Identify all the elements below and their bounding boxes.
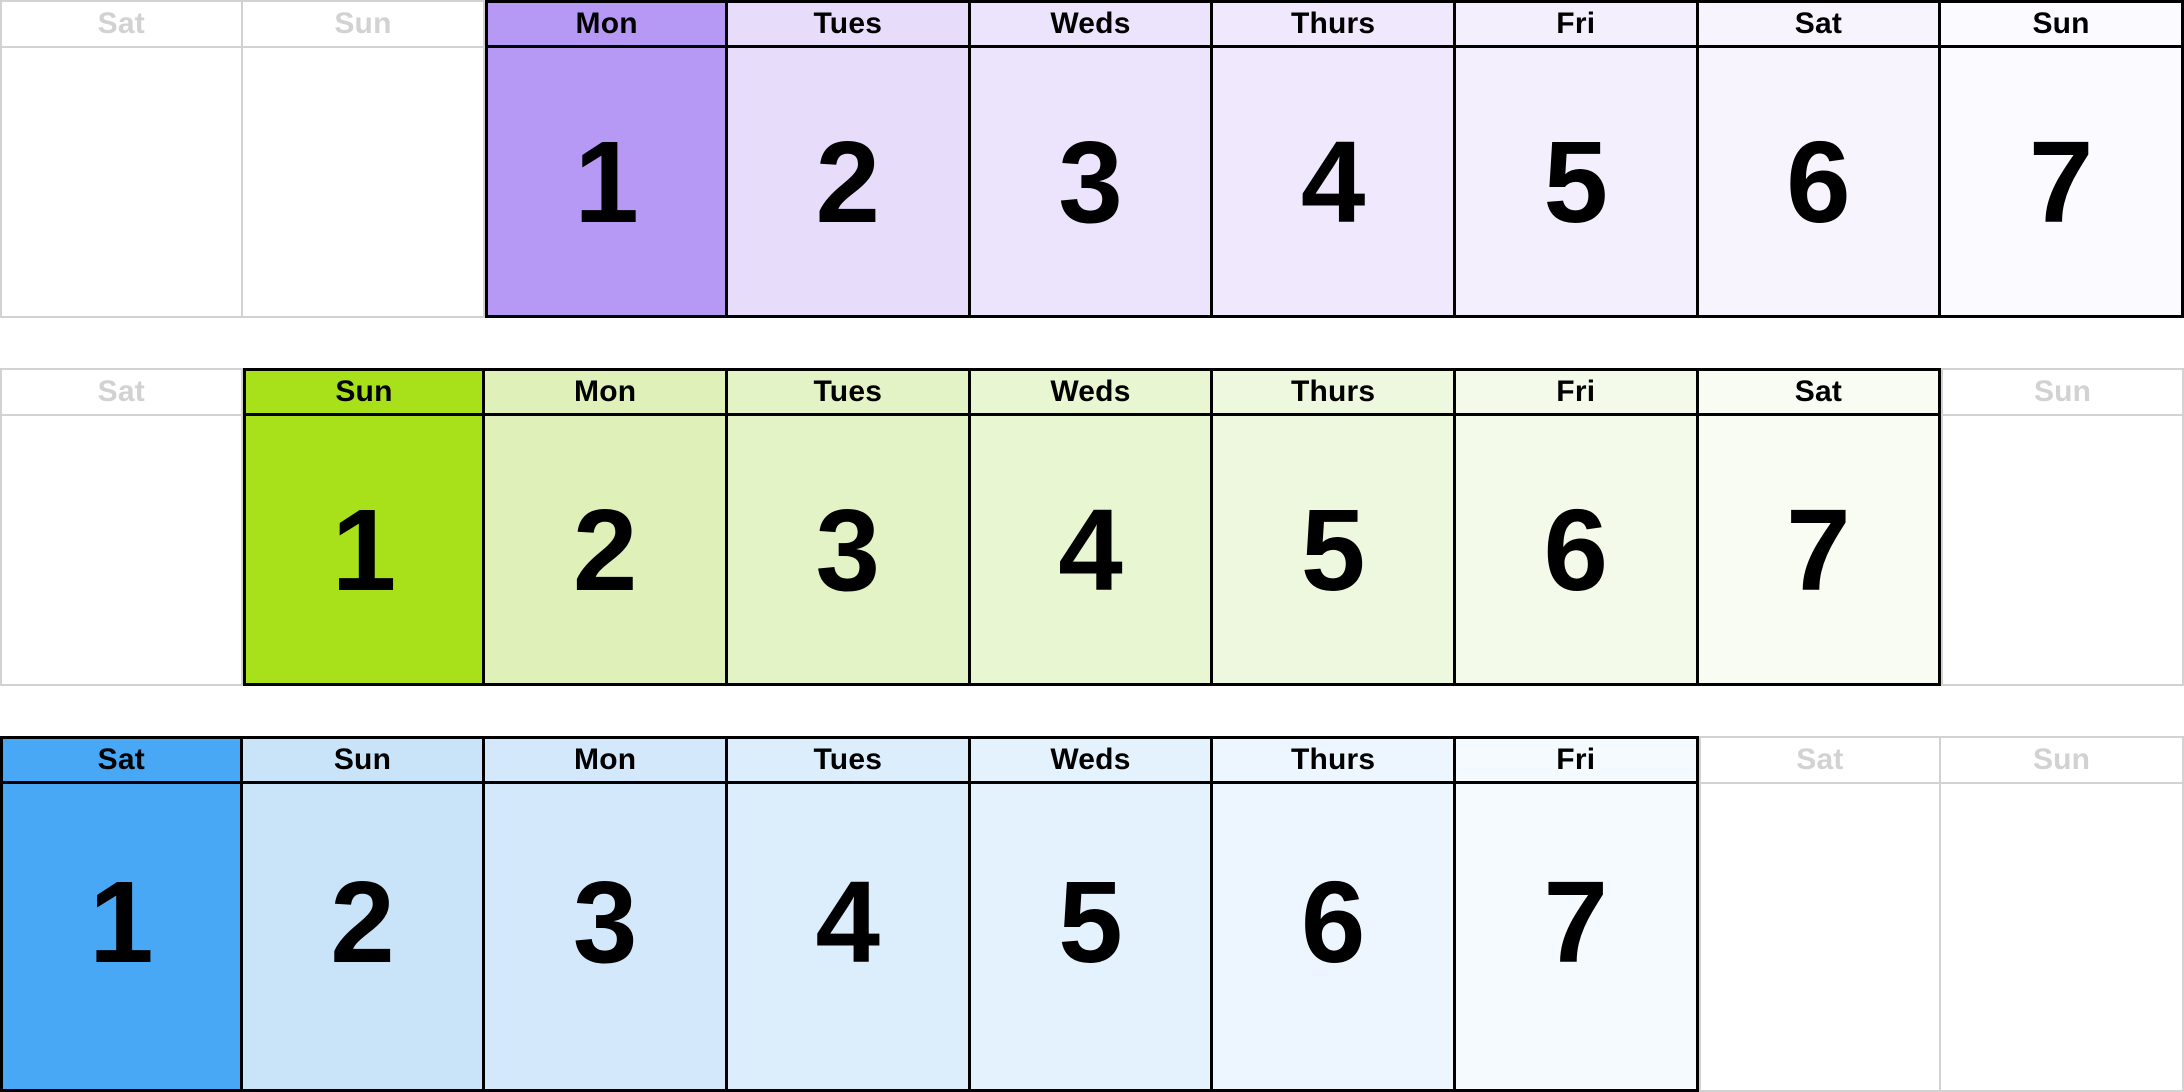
day-cell-purple-tues-3[interactable]: Tues 2 xyxy=(724,0,971,318)
weekday-label: Weds xyxy=(967,736,1214,784)
weekday-label: Sat xyxy=(0,0,243,48)
day-number: 3 xyxy=(482,784,728,1092)
day-number: 4 xyxy=(724,784,971,1092)
day-cell-purple-mon-2[interactable]: Mon 1 xyxy=(485,0,728,318)
weekday-label: Sat xyxy=(1698,736,1942,784)
weekday-label: Thurs xyxy=(1210,0,1456,48)
weekday-label: Tues xyxy=(724,368,971,416)
day-number: 2 xyxy=(724,48,971,318)
day-number: 7 xyxy=(1452,784,1699,1092)
day-cell-green-mon-2[interactable]: Mon 2 xyxy=(482,368,728,686)
day-number: 4 xyxy=(1210,48,1456,318)
weekday-label: Sun xyxy=(242,368,486,416)
day-number xyxy=(0,48,243,318)
day-number: 6 xyxy=(1210,784,1456,1092)
day-cell-blue-sun-8[interactable]: Sun xyxy=(1939,736,2184,1092)
day-cell-purple-fri-6[interactable]: Fri 5 xyxy=(1452,0,1699,318)
day-number: 1 xyxy=(485,48,728,318)
weekday-label: Thurs xyxy=(1210,368,1456,416)
day-cell-blue-sun-1[interactable]: Sun 2 xyxy=(239,736,486,1092)
day-cell-green-weds-4[interactable]: Weds 4 xyxy=(967,368,1214,686)
weekday-label: Sat xyxy=(1695,0,1942,48)
day-number: 6 xyxy=(1452,416,1699,686)
weekday-label: Weds xyxy=(967,0,1214,48)
day-number: 1 xyxy=(242,416,486,686)
week-strip-calendar: Sat Sun Mon 1 Tues 2 Weds 3 Thurs 4 Fri 5 Sat 6 Sun 7 Sa… xyxy=(0,0,2184,1092)
day-number: 2 xyxy=(482,416,728,686)
day-cell-green-sat-7[interactable]: Sat 7 xyxy=(1695,368,1942,686)
day-number: 5 xyxy=(1452,48,1699,318)
weekday-label: Weds xyxy=(967,368,1214,416)
weekday-label: Sun xyxy=(1939,736,2184,784)
day-cell-green-tues-3[interactable]: Tues 3 xyxy=(724,368,971,686)
day-cell-purple-thurs-5[interactable]: Thurs 4 xyxy=(1210,0,1456,318)
day-cell-blue-sat-7[interactable]: Sat xyxy=(1698,736,1942,1092)
day-number: 3 xyxy=(724,416,971,686)
day-number: 3 xyxy=(967,48,1214,318)
weekday-label: Sun xyxy=(1938,0,2184,48)
weekday-label: Fri xyxy=(1452,736,1699,784)
day-number: 5 xyxy=(1210,416,1456,686)
weekday-label: Fri xyxy=(1452,368,1699,416)
day-cell-blue-tues-3[interactable]: Tues 4 xyxy=(724,736,971,1092)
day-cell-green-sun-1[interactable]: Sun 1 xyxy=(242,368,486,686)
day-number: 7 xyxy=(1695,416,1942,686)
day-cell-purple-sun-8[interactable]: Sun 7 xyxy=(1938,0,2184,318)
weekday-label: Sat xyxy=(1695,368,1942,416)
day-number xyxy=(1941,416,2184,686)
day-cell-green-fri-6[interactable]: Fri 6 xyxy=(1452,368,1699,686)
weekday-label: Sun xyxy=(240,0,486,48)
day-cell-blue-fri-6[interactable]: Fri 7 xyxy=(1452,736,1699,1092)
day-number: 5 xyxy=(967,784,1214,1092)
weekday-label: Mon xyxy=(482,736,728,784)
day-number xyxy=(0,416,243,686)
weekday-label: Tues xyxy=(724,0,971,48)
day-cell-blue-mon-2[interactable]: Mon 3 xyxy=(482,736,728,1092)
weekday-label: Tues xyxy=(724,736,971,784)
day-cell-blue-sat-0[interactable]: Sat 1 xyxy=(0,736,243,1092)
weekday-label: Sun xyxy=(1941,368,2184,416)
day-cell-purple-sat-7[interactable]: Sat 6 xyxy=(1695,0,1942,318)
day-number: 6 xyxy=(1695,48,1942,318)
day-number: 7 xyxy=(1938,48,2184,318)
weekday-label: Fri xyxy=(1452,0,1699,48)
day-cell-green-thurs-5[interactable]: Thurs 5 xyxy=(1210,368,1456,686)
weekday-label: Mon xyxy=(482,368,728,416)
day-number: 1 xyxy=(0,784,243,1092)
day-cell-blue-weds-4[interactable]: Weds 5 xyxy=(967,736,1214,1092)
day-cell-purple-sun-1[interactable]: Sun xyxy=(240,0,486,318)
weekday-label: Sat xyxy=(0,736,243,784)
day-cell-green-sun-8[interactable]: Sun xyxy=(1941,368,2184,686)
day-cell-blue-thurs-5[interactable]: Thurs 6 xyxy=(1210,736,1456,1092)
week-row-week-starting-sunday: Sat Sun 1 Mon 2 Tues 3 Weds 4 Thurs 5 Fri 6 Sat 7 Sun xyxy=(0,368,2184,686)
day-cell-purple-sat-0[interactable]: Sat xyxy=(0,0,243,318)
day-number: 2 xyxy=(239,784,486,1092)
week-row-week-starting-saturday: Sat 1 Sun 2 Mon 3 Tues 4 Weds 5 Thurs 6 Fri 7 Sat Sun xyxy=(0,736,2184,1092)
day-number xyxy=(240,48,486,318)
weekday-label: Thurs xyxy=(1210,736,1456,784)
weekday-label: Sun xyxy=(239,736,486,784)
day-cell-green-sat-0[interactable]: Sat xyxy=(0,368,243,686)
day-number xyxy=(1698,784,1942,1092)
weekday-label: Mon xyxy=(485,0,728,48)
day-cell-purple-weds-4[interactable]: Weds 3 xyxy=(967,0,1214,318)
week-row-week-starting-monday: Sat Sun Mon 1 Tues 2 Weds 3 Thurs 4 Fri 5 Sat 6 Sun 7 xyxy=(0,0,2184,318)
day-number: 4 xyxy=(967,416,1214,686)
day-number xyxy=(1939,784,2184,1092)
weekday-label: Sat xyxy=(0,368,243,416)
